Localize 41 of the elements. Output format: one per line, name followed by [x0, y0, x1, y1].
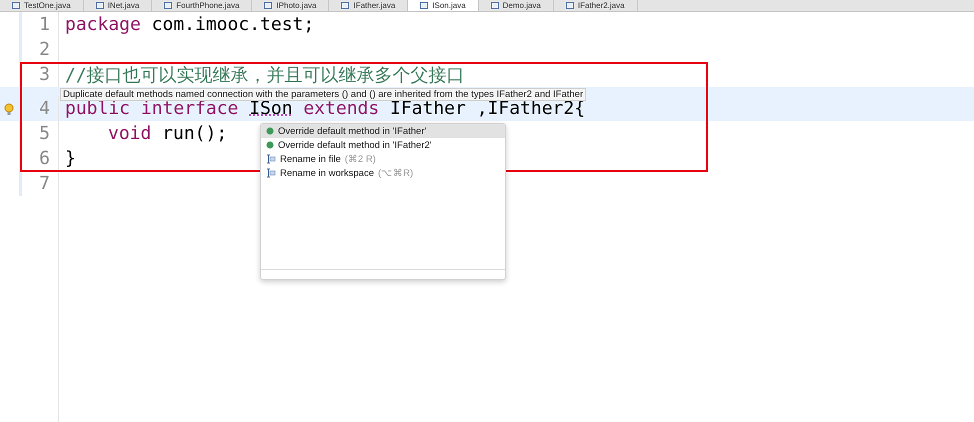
code-identifier-warning: ISon	[249, 98, 293, 119]
code-text: }	[65, 148, 76, 169]
code-text: run();	[162, 123, 228, 144]
problem-tooltip: Duplicate default methods named connection with the parameters () and () are inherited from the types IFather2 and IFather	[60, 88, 586, 101]
java-file-icon	[420, 2, 428, 9]
file-tab[interactable]: ISon.java	[408, 0, 479, 11]
line-number: 5	[22, 121, 59, 146]
java-file-icon	[12, 2, 20, 9]
quick-fix-item[interactable]: Override default method in 'IFather'	[261, 124, 505, 138]
code-keyword: void	[108, 123, 152, 144]
line-number: 4	[22, 96, 59, 121]
code-keyword: extends	[303, 98, 380, 119]
java-file-icon	[264, 2, 272, 9]
line-number: 2	[22, 37, 59, 62]
java-file-icon	[490, 2, 499, 9]
rename-cursor-icon	[266, 168, 276, 178]
line-number: 1	[22, 12, 59, 37]
line-number: 6	[22, 146, 59, 171]
quick-fix-bulb-icon[interactable]	[4, 103, 16, 117]
file-tab[interactable]: INet.java	[84, 0, 152, 11]
java-file-icon	[341, 2, 350, 9]
rename-cursor-icon	[266, 154, 276, 164]
file-tab[interactable]: TestOne.java	[0, 0, 84, 11]
code-keyword: package	[65, 14, 141, 35]
code-text: IFather ,IFather2{	[390, 98, 586, 119]
quick-fix-item[interactable]: Rename in workspace (⌥⌘R)	[261, 166, 505, 180]
code-comment: //接口也可以实现继承，并且可以继承多个父接口	[65, 64, 465, 86]
quick-fix-item[interactable]: Override default method in 'IFather2'	[261, 138, 505, 152]
file-tab[interactable]: FourthPhone.java	[152, 0, 252, 11]
line-number: 7	[22, 171, 59, 196]
method-dot-icon	[266, 127, 274, 135]
method-dot-icon	[266, 141, 274, 149]
java-file-icon	[566, 2, 574, 9]
java-file-icon	[96, 2, 104, 9]
quick-fix-item[interactable]: Rename in file (⌘2 R)	[261, 152, 505, 166]
file-tab[interactable]: IPhoto.java	[252, 0, 330, 11]
java-file-icon	[164, 2, 172, 9]
file-tab[interactable]: Demo.java	[478, 0, 554, 11]
code-text: com.imooc.test;	[152, 14, 314, 35]
file-tab[interactable]: IFather2.java	[554, 0, 638, 11]
code-keyword: public interface	[65, 98, 238, 119]
